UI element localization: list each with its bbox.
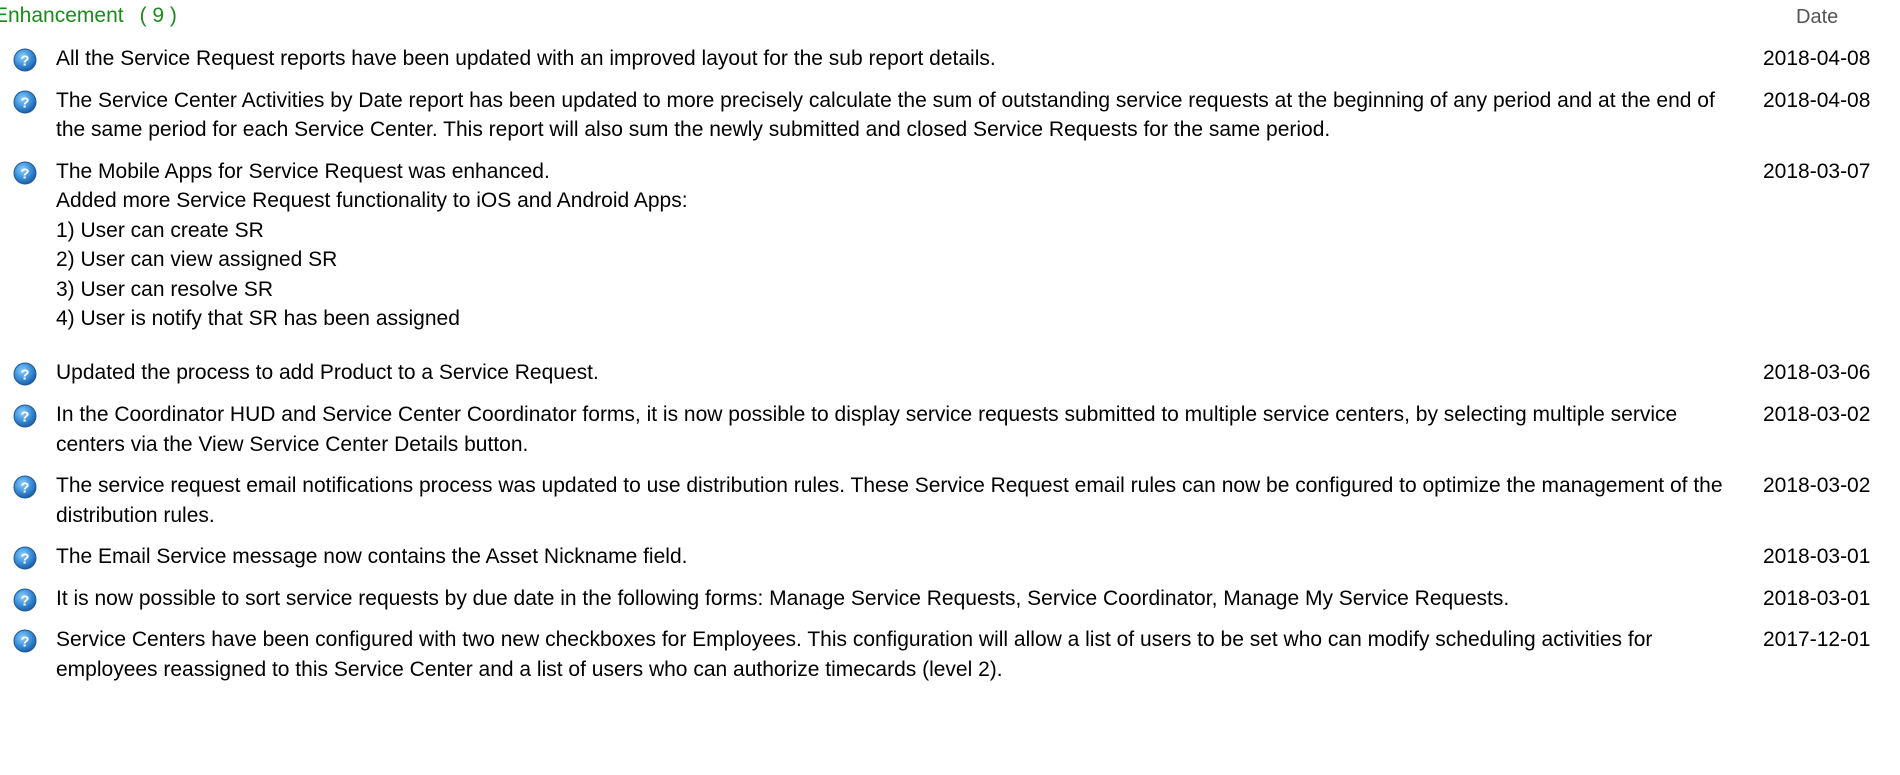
- item-description: In the Coordinator HUD and Service Cente…: [56, 403, 1678, 456]
- svg-text:?: ?: [20, 592, 29, 609]
- item-description: The Email Service message now contains t…: [56, 545, 688, 568]
- section-item-count: ( 9 ): [139, 4, 177, 27]
- svg-text:?: ?: [20, 551, 29, 568]
- list-item: ? It is now possible to sort service req…: [0, 584, 1900, 614]
- enhancement-list: ? All the Service Request reports have b…: [0, 44, 1900, 684]
- help-question-icon: ?: [13, 362, 37, 385]
- section-title[interactable]: Enhancement ( 9 ): [0, 4, 177, 28]
- list-item: ? The Email Service message now contains…: [0, 542, 1900, 572]
- help-question-icon: ?: [13, 161, 37, 184]
- list-item: ? In the Coordinator HUD and Service Cen…: [0, 400, 1900, 459]
- help-question-icon: ?: [13, 90, 37, 113]
- svg-text:?: ?: [20, 366, 29, 383]
- help-question-icon: ?: [13, 629, 37, 653]
- item-description: The Mobile Apps for Service Request was …: [56, 159, 688, 331]
- section-header: Enhancement ( 9 ) Date: [0, 0, 1900, 36]
- list-item: ? Service Centers have been configured w…: [0, 625, 1900, 684]
- list-item: ? The Mobile Apps for Service Request wa…: [0, 157, 1900, 334]
- item-date: 2018-03-07: [1763, 159, 1871, 183]
- help-question-icon: ?: [13, 404, 37, 428]
- item-date: 2018-03-01: [1763, 545, 1871, 568]
- list-item: ? Updated the process to add Product to …: [0, 358, 1900, 388]
- help-question-icon: ?: [13, 475, 37, 499]
- item-date: 2018-04-08: [1763, 47, 1871, 70]
- svg-text:?: ?: [20, 634, 29, 651]
- item-date: 2018-03-02: [1763, 474, 1871, 497]
- item-date: 2018-04-08: [1763, 88, 1871, 112]
- item-date: 2018-03-02: [1763, 403, 1871, 426]
- svg-text:?: ?: [20, 53, 29, 70]
- item-date: 2018-03-06: [1763, 360, 1871, 384]
- item-description: It is now possible to sort service reque…: [56, 586, 1510, 610]
- section-title-label[interactable]: Enhancement: [0, 4, 124, 27]
- svg-text:?: ?: [20, 480, 29, 497]
- help-question-icon: ?: [13, 588, 37, 611]
- svg-text:?: ?: [20, 94, 29, 111]
- list-item: ? All the Service Request reports have b…: [0, 44, 1900, 74]
- list-item: ? The service request email notification…: [0, 471, 1900, 530]
- item-date: 2017-12-01: [1763, 628, 1871, 651]
- item-description: Updated the process to add Product to a …: [56, 360, 599, 384]
- item-description: Service Centers have been configured wit…: [56, 628, 1653, 681]
- svg-text:?: ?: [20, 165, 29, 182]
- list-item: ? The Service Center Activities by Date …: [0, 86, 1900, 145]
- date-column-header[interactable]: Date: [1796, 6, 1838, 29]
- item-description: The service request email notifications …: [56, 474, 1723, 527]
- item-description: All the Service Request reports have bee…: [56, 47, 996, 70]
- svg-text:?: ?: [20, 409, 29, 426]
- help-question-icon: ?: [13, 48, 37, 72]
- item-description: The Service Center Activities by Date re…: [56, 88, 1715, 142]
- help-question-icon: ?: [13, 546, 37, 570]
- item-date: 2018-03-01: [1763, 586, 1871, 610]
